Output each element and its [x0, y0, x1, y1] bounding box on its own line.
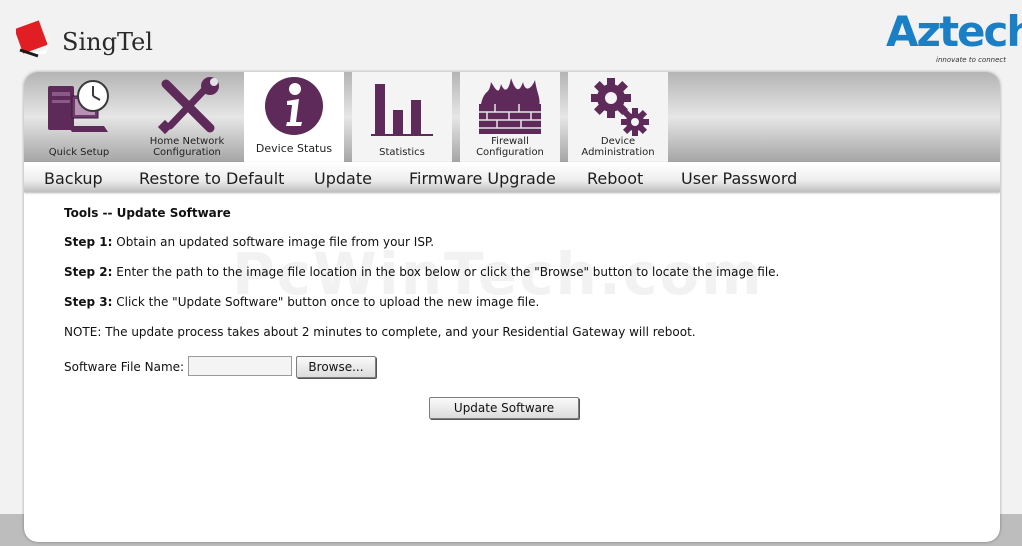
gears-icon	[591, 78, 649, 136]
tab-firewall-configuration[interactable]: Firewall Configuration	[460, 72, 560, 162]
step-1-label: Step 1:	[64, 235, 113, 249]
tab-firewall-configuration-label: Firewall Configuration	[476, 136, 544, 158]
tab-device-administration[interactable]: Device Administration	[568, 72, 668, 162]
tab-home-network-configuration[interactable]: Home Network Configuration	[137, 72, 237, 162]
step-3-text: Step 3: Click the "Update Software" butt…	[64, 295, 539, 309]
tab-statistics[interactable]: Statistics	[352, 72, 452, 162]
tab-device-status-label: Device Status	[255, 142, 333, 155]
icon-tab-bar: Quick Setup Home Network Configuration D…	[24, 72, 1000, 162]
step-3-body: Click the "Update Software" button once …	[112, 295, 540, 309]
step-3-label: Step 3:	[64, 295, 113, 309]
tab-quick-setup[interactable]: Quick Setup	[29, 72, 129, 162]
tab-quick-setup-label: Quick Setup	[48, 147, 110, 158]
aztech-brand-text: Aztech	[886, 7, 1022, 56]
header: SingTel Aztech innovate to connect	[0, 0, 1022, 72]
software-file-name-label: Software File Name:	[64, 360, 185, 374]
subnav-restore-to-default[interactable]: Restore to Default	[139, 169, 284, 188]
software-file-name-input[interactable]	[188, 356, 292, 376]
note-text: NOTE: The update process takes about 2 m…	[64, 325, 696, 339]
singtel-mark-icon	[16, 20, 50, 58]
tab-statistics-label: Statistics	[379, 147, 425, 158]
browse-button[interactable]: Browse...	[296, 356, 376, 378]
tab-device-administration-label: Device Administration	[581, 136, 655, 158]
main-panel: Quick Setup Home Network Configuration D…	[24, 72, 1000, 542]
step-2-body: Enter the path to the image file locatio…	[112, 265, 780, 279]
step-2-label: Step 2:	[64, 265, 113, 279]
subnav-backup[interactable]: Backup	[44, 169, 103, 188]
page-title: Tools -- Update Software	[64, 206, 231, 220]
step-2-text: Step 2: Enter the path to the image file…	[64, 265, 779, 279]
aztech-tagline: innovate to connect	[936, 56, 1006, 64]
subnav-firmware-upgrade[interactable]: Firmware Upgrade	[409, 169, 556, 188]
subnav-update[interactable]: Update	[314, 169, 372, 188]
step-1-text: Step 1: Obtain an updated software image…	[64, 235, 434, 249]
tab-home-network-configuration-label: Home Network Configuration	[149, 136, 225, 158]
sub-navigation: Backup Restore to Default Update Firmwar…	[24, 162, 1000, 192]
firewall-icon	[479, 78, 541, 134]
subnav-user-password[interactable]: User Password	[681, 169, 797, 188]
tab-device-status[interactable]: Device Status	[244, 72, 344, 162]
aztech-logo: Aztech innovate to connect	[886, 8, 1022, 66]
subnav-reboot[interactable]: Reboot	[587, 169, 643, 188]
computer-clock-icon	[48, 80, 109, 132]
singtel-brand-text: SingTel	[62, 28, 153, 56]
step-1-body: Obtain an updated software image file fr…	[112, 235, 435, 249]
wrench-screwdriver-icon	[157, 77, 219, 135]
info-icon	[265, 77, 323, 135]
bar-chart-icon	[371, 84, 433, 136]
update-software-button[interactable]: Update Software	[429, 397, 579, 419]
